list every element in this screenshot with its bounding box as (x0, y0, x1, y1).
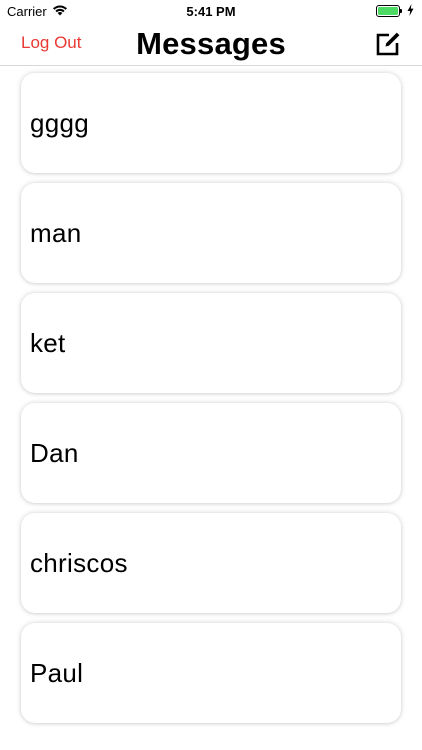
conversation-card[interactable]: Paul (21, 623, 401, 723)
conversation-card[interactable]: man (21, 183, 401, 283)
status-right (376, 3, 414, 19)
conversation-list[interactable]: gggg man ket Dan chriscos Paul (0, 67, 422, 750)
carrier-label: Carrier (7, 3, 47, 19)
conversation-card[interactable]: gggg (21, 73, 401, 173)
wifi-icon (52, 4, 68, 19)
conversation-name: ket (30, 327, 66, 358)
conversation-name: gggg (30, 107, 90, 138)
battery-icon (376, 5, 402, 17)
conversation-name: chriscos (30, 547, 128, 578)
status-bar: Carrier 5:41 PM (0, 0, 422, 22)
conversation-card[interactable]: Dan (21, 403, 401, 503)
conversation-card[interactable]: chriscos (21, 513, 401, 613)
logout-button[interactable]: Log Out (21, 33, 82, 53)
compose-icon[interactable] (373, 29, 403, 59)
conversation-name: Dan (30, 437, 79, 468)
conversation-card[interactable]: ket (21, 293, 401, 393)
charging-bolt-icon (407, 3, 414, 19)
conversation-name: man (30, 217, 82, 248)
conversation-name: Paul (30, 657, 84, 688)
navigation-bar: Log Out Messages (0, 22, 422, 66)
page-title: Messages (136, 25, 286, 61)
status-left: Carrier (7, 4, 68, 19)
